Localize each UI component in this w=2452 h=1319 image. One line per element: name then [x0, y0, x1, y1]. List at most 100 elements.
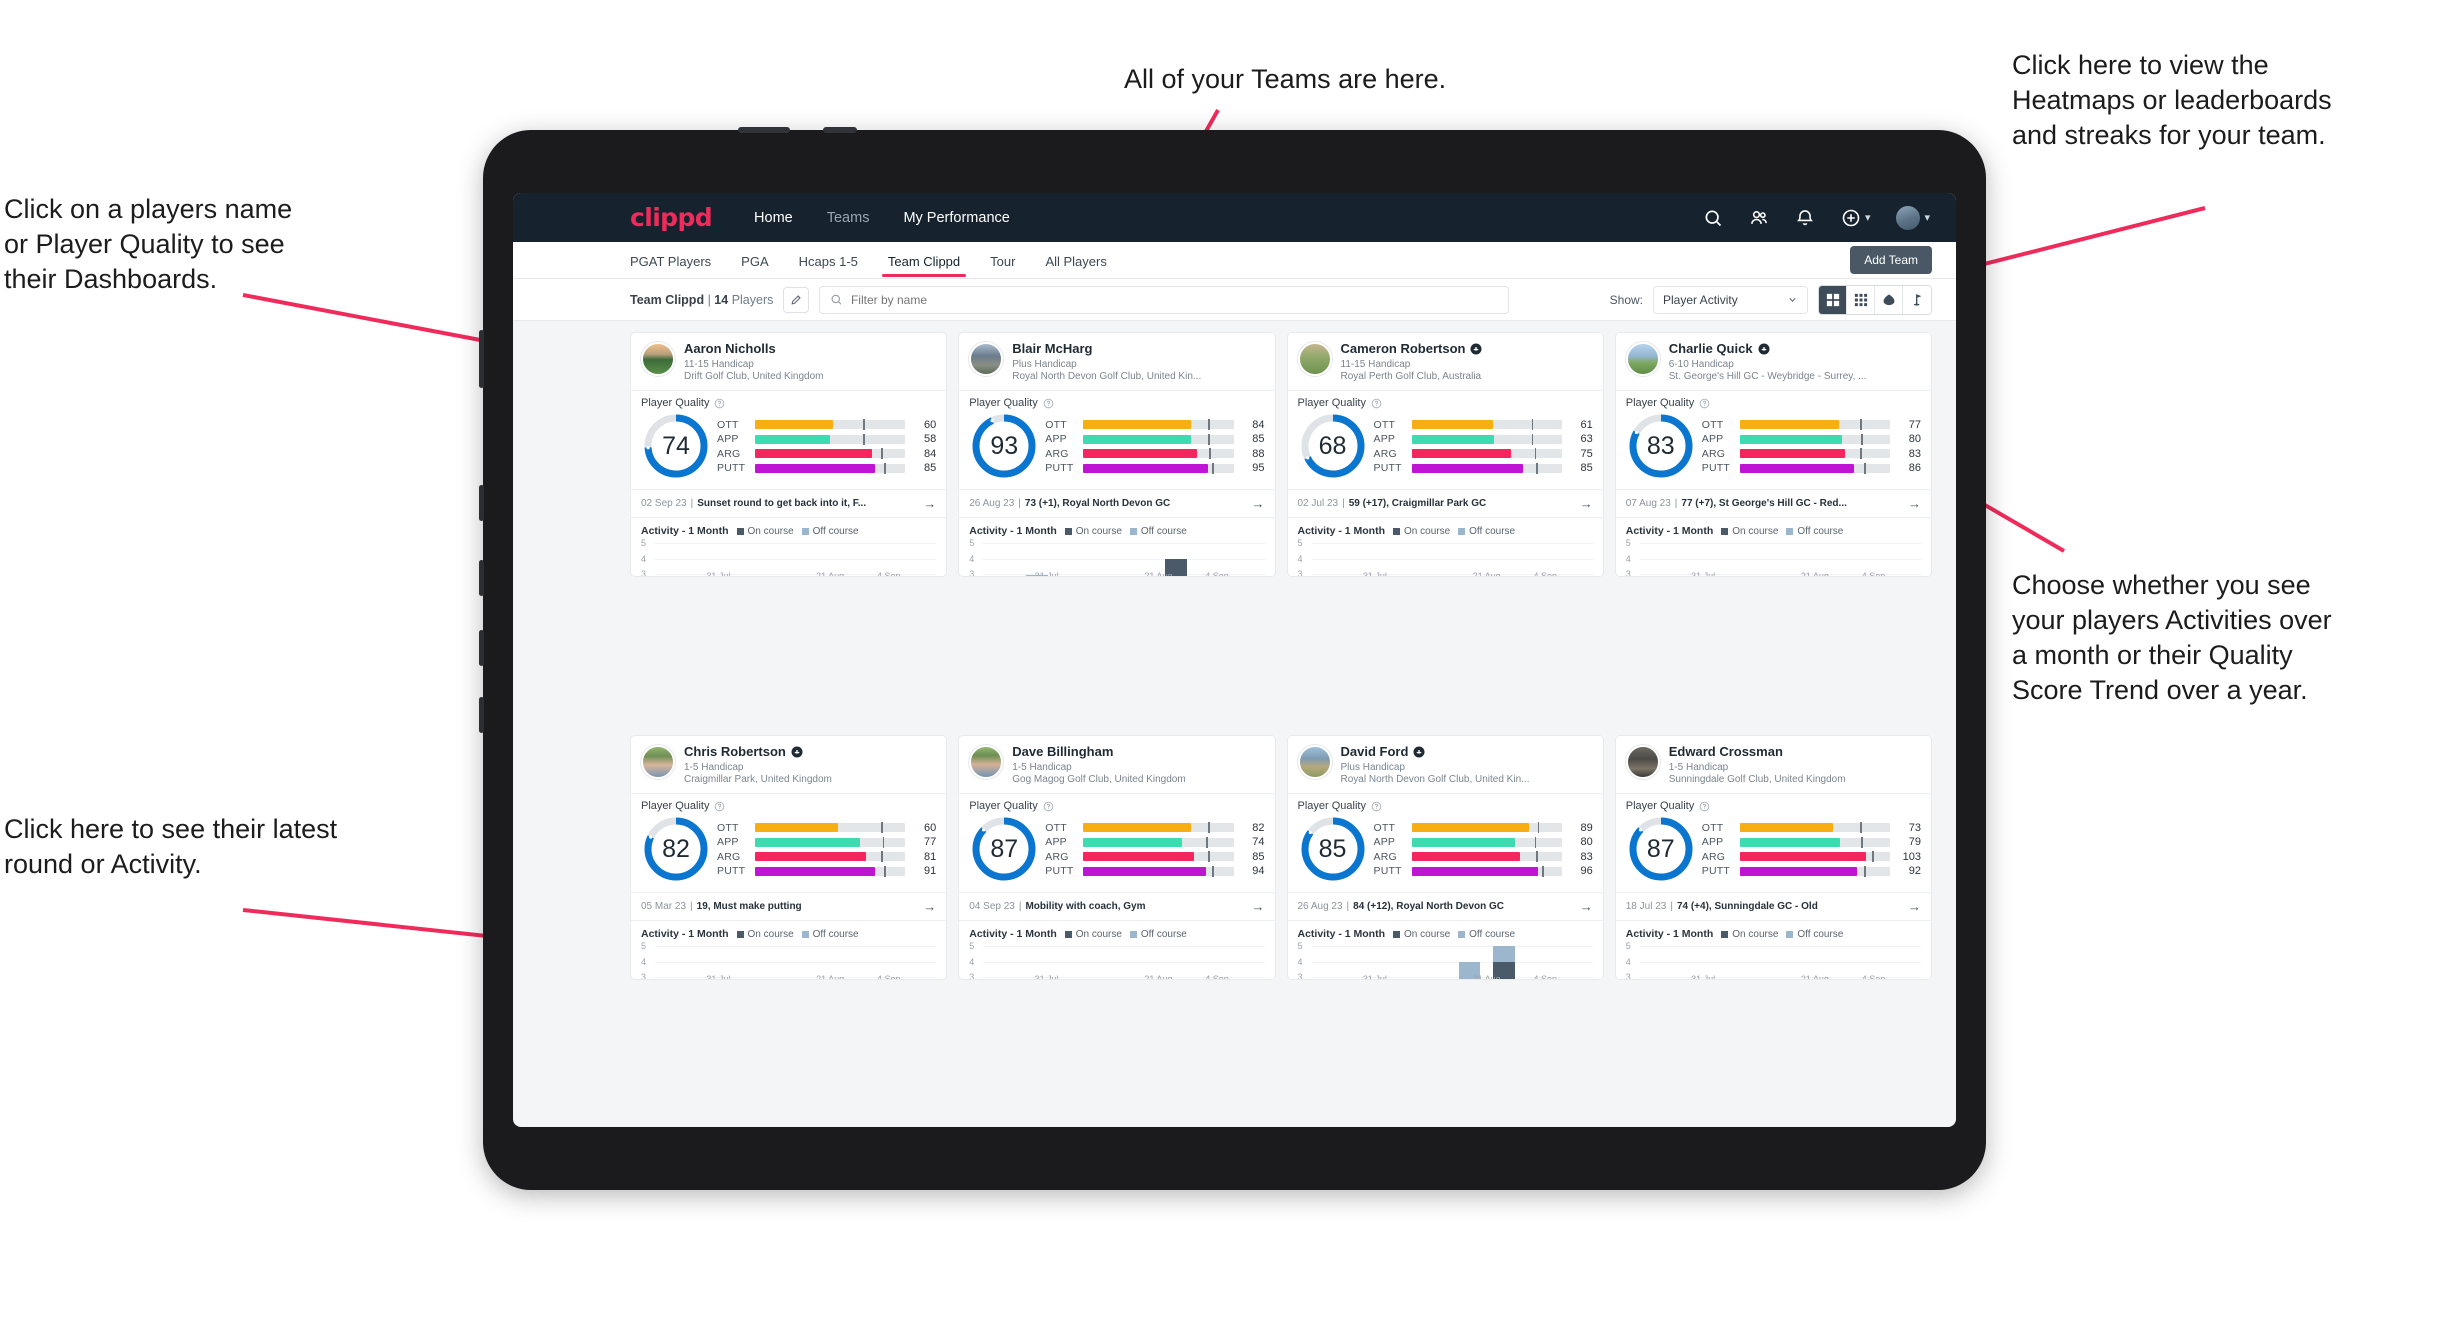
player-quality-ring[interactable]: 87 [1626, 814, 1696, 884]
player-quality-title[interactable]: Player Quality [631, 390, 946, 409]
help-icon[interactable] [1699, 398, 1710, 409]
tab-pgat-players[interactable]: PGAT Players [630, 242, 711, 279]
player-name[interactable]: Aaron Nicholls [684, 341, 776, 357]
search-icon[interactable] [1703, 208, 1723, 228]
player-card-header[interactable]: Chris Robertson 1-5 Handicap Craigmillar P… [631, 736, 946, 793]
nav-link-teams[interactable]: Teams [827, 210, 870, 226]
player-avatar[interactable] [1297, 745, 1332, 779]
latest-activity-row[interactable]: 26 Aug 23 | 73 (+1), Royal North Devon GC → [959, 489, 1275, 519]
player-avatar[interactable] [1625, 745, 1660, 779]
arrow-right-icon[interactable]: → [923, 496, 936, 511]
player-avatar[interactable] [641, 745, 675, 779]
people-icon[interactable] [1749, 208, 1769, 228]
player-quality-title[interactable]: Player Quality [1616, 793, 1931, 812]
help-icon[interactable] [714, 801, 725, 812]
player-quality-title[interactable]: Player Quality [631, 793, 946, 812]
player-name[interactable]: David Ford [1341, 744, 1409, 760]
player-name[interactable]: Cameron Robertson [1341, 341, 1466, 357]
player-avatar[interactable] [641, 342, 675, 376]
help-icon[interactable] [714, 398, 725, 409]
help-icon[interactable] [1043, 398, 1054, 409]
player-avatar[interactable] [969, 342, 1004, 376]
player-card-header[interactable]: Dave Billingham 1-5 Handicap Gog Magog Gol… [959, 736, 1274, 793]
bell-icon[interactable] [1795, 208, 1815, 228]
heatmap-view-button[interactable] [1875, 285, 1903, 314]
player-name-row[interactable]: Cameron Robertson [1341, 341, 1593, 357]
player-quality-title[interactable]: Player Quality [959, 390, 1274, 409]
player-quality-ring[interactable]: 83 [1626, 411, 1696, 481]
arrow-right-icon[interactable]: → [923, 899, 936, 914]
player-card-header[interactable]: Blair McHarg Plus Handicap Royal North Dev… [959, 333, 1274, 390]
player-quality-title[interactable]: Player Quality [1288, 390, 1603, 409]
help-icon[interactable] [1371, 398, 1382, 409]
player-name[interactable]: Charlie Quick [1669, 341, 1753, 357]
player-quality-title[interactable]: Player Quality [1288, 793, 1603, 812]
help-icon[interactable] [1043, 801, 1054, 812]
search-input[interactable] [850, 292, 1499, 307]
arrow-right-icon[interactable]: → [1908, 899, 1921, 914]
player-quality-ring[interactable]: 74 [641, 411, 711, 481]
help-icon[interactable] [1371, 801, 1382, 812]
avatar[interactable] [1896, 205, 1921, 230]
player-name[interactable]: Chris Robertson [684, 744, 786, 760]
latest-activity-row[interactable]: 02 Jul 23 | 59 (+17), Craigmillar Park GC → [1287, 489, 1603, 519]
player-quality-title[interactable]: Player Quality [959, 793, 1274, 812]
device-volume-button[interactable] [479, 330, 484, 388]
player-card-header[interactable]: Aaron Nicholls 11-15 Handicap Drift Golf C… [631, 333, 946, 390]
search-field-wrapper[interactable] [819, 285, 1510, 314]
player-quality-ring[interactable]: 87 [969, 814, 1039, 884]
arrow-right-icon[interactable]: → [1252, 899, 1265, 914]
arrow-right-icon[interactable]: → [1580, 899, 1593, 914]
player-card-header[interactable]: Edward Crossman 1-5 Handicap Sunningdale G… [1616, 736, 1931, 793]
player-card[interactable]: Edward Crossman 1-5 Handicap Sunningdale G… [1614, 735, 1932, 980]
player-name-row[interactable]: Dave Billingham [1012, 744, 1264, 760]
nav-link-home[interactable]: Home [754, 210, 793, 226]
latest-activity-row[interactable]: 05 Mar 23 | 19, Must make putting → [631, 892, 947, 922]
player-avatar[interactable] [1625, 342, 1660, 376]
device-power-button[interactable] [823, 127, 857, 133]
latest-activity-row[interactable]: 04 Sep 23 | Mobility with coach, Gym → [959, 892, 1275, 922]
add-menu[interactable]: ▾ [1841, 208, 1870, 228]
player-card[interactable]: Cameron Robertson 11-15 Handicap Royal Per… [1286, 332, 1604, 577]
player-quality-ring[interactable]: 93 [969, 411, 1039, 481]
player-name-row[interactable]: Aaron Nicholls [684, 341, 936, 357]
player-card-header[interactable]: Charlie Quick 6-10 Handicap St. George's H… [1616, 333, 1931, 390]
player-name-row[interactable]: Edward Crossman [1669, 744, 1921, 760]
tab-tour[interactable]: Tour [990, 242, 1015, 279]
tab-team-clippd[interactable]: Team Clippd [881, 242, 967, 279]
player-name-row[interactable]: Blair McHarg [1012, 341, 1264, 357]
player-name-row[interactable]: Charlie Quick [1669, 341, 1921, 357]
player-quality-ring[interactable]: 82 [641, 814, 711, 884]
help-icon[interactable] [1699, 801, 1710, 812]
player-name[interactable]: Edward Crossman [1669, 744, 1783, 760]
player-name-row[interactable]: David Ford [1341, 744, 1593, 760]
nav-link-my-performance[interactable]: My Performance [903, 210, 1009, 226]
player-name-row[interactable]: Chris Robertson [684, 744, 936, 760]
clippd-logo[interactable]: clippd [630, 203, 713, 232]
player-card[interactable]: Chris Robertson 1-5 Handicap Craigmillar P… [630, 735, 948, 980]
show-select[interactable]: Player Activity [1653, 285, 1808, 314]
player-card-header[interactable]: Cameron Robertson 11-15 Handicap Royal Per… [1288, 333, 1603, 390]
latest-activity-row[interactable]: 07 Aug 23 | 77 (+7), St George's Hill GC -… [1615, 489, 1931, 519]
arrow-right-icon[interactable]: → [1252, 496, 1265, 511]
player-avatar[interactable] [1297, 342, 1332, 376]
latest-activity-row[interactable]: 26 Aug 23 | 84 (+12), Royal North Devon GC… [1287, 892, 1603, 922]
player-card[interactable]: Dave Billingham 1-5 Handicap Gog Magog Gol… [958, 735, 1276, 980]
player-card[interactable]: David Ford Plus Handicap Royal North Devon… [1286, 735, 1604, 980]
edit-team-button[interactable] [783, 286, 810, 313]
player-card[interactable]: Aaron Nicholls 11-15 Handicap Drift Golf C… [630, 332, 948, 577]
player-quality-title[interactable]: Player Quality [1616, 390, 1931, 409]
player-quality-ring[interactable]: 68 [1298, 411, 1368, 481]
latest-activity-row[interactable]: 02 Sep 23 | Sunset round to get back into … [631, 489, 947, 519]
player-name[interactable]: Blair McHarg [1012, 341, 1092, 357]
player-name[interactable]: Dave Billingham [1012, 744, 1113, 760]
player-card[interactable]: Charlie Quick 6-10 Handicap St. George's H… [1614, 332, 1932, 577]
grid-large-view-button[interactable] [1819, 285, 1847, 314]
player-card[interactable]: Blair McHarg Plus Handicap Royal North Dev… [958, 332, 1276, 577]
tab-pga[interactable]: PGA [741, 242, 768, 279]
tab-hcaps-1-5[interactable]: Hcaps 1-5 [799, 242, 858, 279]
add-team-button[interactable]: Add Team [1850, 246, 1932, 274]
leaderboard-view-button[interactable] [1903, 285, 1931, 314]
arrow-right-icon[interactable]: → [1908, 496, 1921, 511]
tab-all-players[interactable]: All Players [1045, 242, 1106, 279]
